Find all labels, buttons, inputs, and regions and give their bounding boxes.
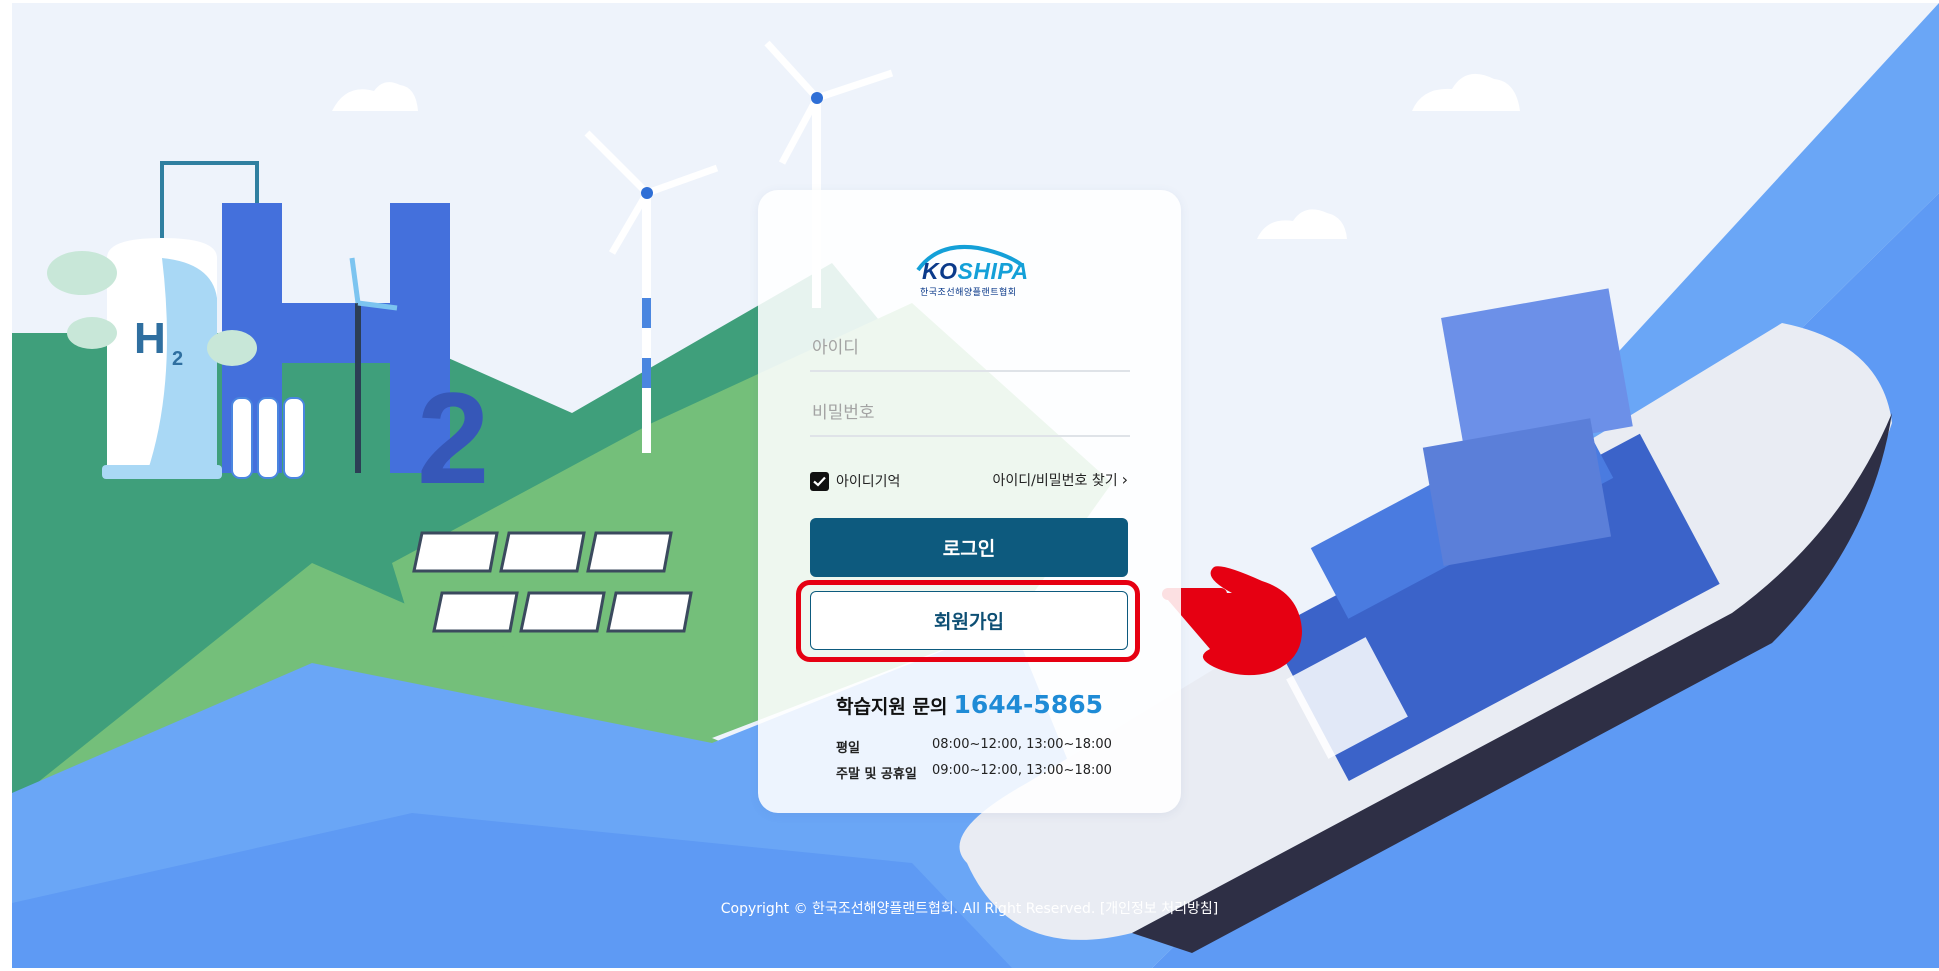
h2-tank-subscript: 2: [172, 348, 183, 370]
hours-time: 08:00~12:00, 13:00~18:00: [932, 737, 1112, 752]
koshipa-logo: KOSHIPA 한국조선해양플랜트협회: [908, 240, 1028, 300]
login-button[interactable]: 로그인: [810, 518, 1128, 577]
support-phone: 1644-5865: [953, 690, 1104, 719]
logo-wordmark-rest: SHIPA: [957, 258, 1029, 284]
support-label: 학습지원 문의: [835, 696, 948, 718]
big-two-glyph: 2: [417, 365, 489, 511]
copyright-text: Copyright © 한국조선해양플랜트협회. All Right Reser…: [720, 901, 1096, 917]
h2-tank-label: H: [134, 314, 166, 363]
login-card: KOSHIPA 한국조선해양플랜트협회 아이디기억 아이디/비밀번호 찾기› 로…: [758, 190, 1181, 813]
hours-row: 주말 및 공휴일 09:00~12:00, 13:00~18:00: [836, 763, 1136, 782]
logo-wordmark-ko: KO: [922, 258, 958, 284]
footer: Copyright © 한국조선해양플랜트협회. All Right Reser…: [0, 898, 1939, 918]
hours-day: 주말 및 공휴일: [836, 767, 917, 782]
logo-wordmark: KOSHIPA: [922, 258, 1029, 285]
logo-subtitle: 한국조선해양플랜트협회: [920, 288, 1017, 298]
hours-day: 평일: [836, 741, 860, 756]
remember-label: 아이디기억: [836, 474, 901, 490]
chevron-right-icon: ›: [1121, 470, 1128, 489]
password-input[interactable]: [810, 391, 1130, 437]
remember-checkbox[interactable]: [810, 471, 829, 491]
hours-row: 평일 08:00~12:00, 13:00~18:00: [836, 737, 1136, 756]
support-contact: 학습지원 문의 1644-5865: [758, 690, 1181, 719]
id-input[interactable]: [810, 326, 1130, 372]
find-link-label: 아이디/비밀번호 찾기: [992, 473, 1118, 489]
find-id-password-link[interactable]: 아이디/비밀번호 찾기 ›: [988, 470, 1129, 490]
privacy-policy-link[interactable]: [개인정보 처리방침]: [1100, 898, 1218, 918]
remember-id[interactable]: 아이디기억: [810, 470, 900, 492]
check-icon: [813, 476, 826, 487]
hours-time: 09:00~12:00, 13:00~18:00: [932, 763, 1112, 778]
join-button[interactable]: 회원가입: [810, 591, 1128, 650]
